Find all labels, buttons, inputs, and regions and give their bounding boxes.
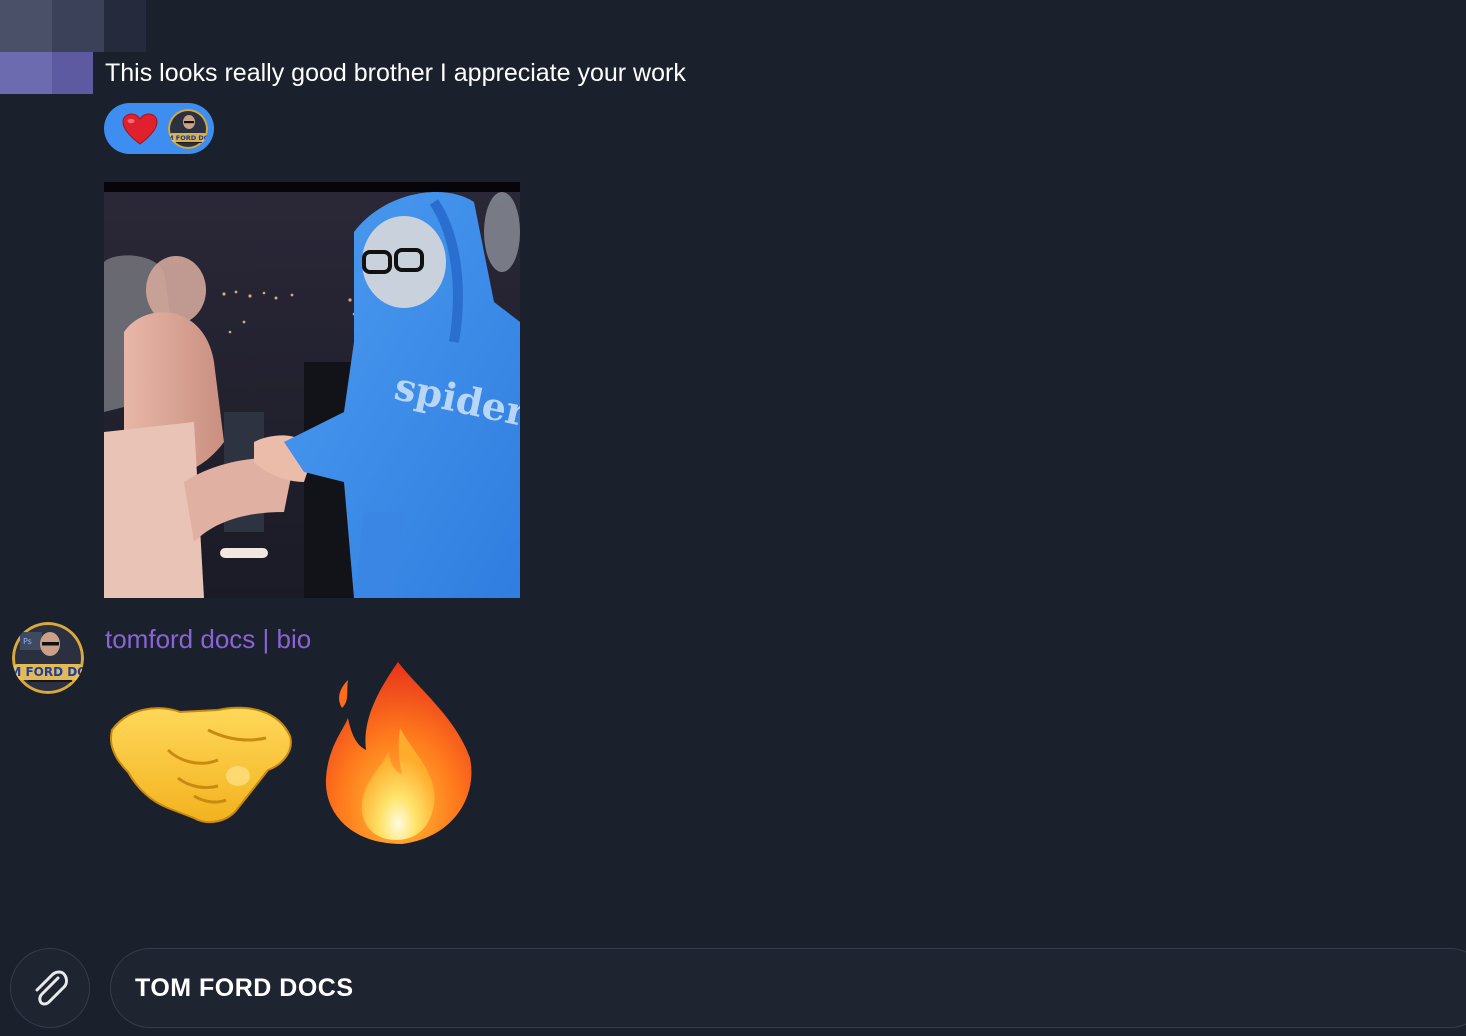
attach-button[interactable] [10, 948, 90, 1028]
chat-window: This looks really good brother I appreci… [0, 0, 1466, 1036]
svg-text:TOM FORD DOCS: TOM FORD DOCS [168, 134, 208, 142]
red-heart-icon [122, 112, 158, 145]
paperclip-icon [35, 970, 68, 1006]
fire-icon [325, 662, 472, 844]
reactor-avatar[interactable]: TOM FORD DOCS [168, 108, 208, 149]
sender-avatar[interactable]: Ps TOM FORD DOCS [12, 622, 84, 694]
sender-name[interactable]: tomford docs | bio [105, 622, 311, 656]
message-text: This looks really good brother I appreci… [105, 59, 686, 87]
svg-text:TOM FORD DOCS: TOM FORD DOCS [12, 665, 84, 679]
svg-text:Ps: Ps [23, 637, 32, 646]
video-thumbnail[interactable]: spider [104, 182, 520, 598]
reaction-pill[interactable]: TOM FORD DOCS [104, 103, 214, 154]
handshake-icon [110, 706, 292, 824]
message-input[interactable]: TOM FORD DOCS [110, 948, 1466, 1028]
